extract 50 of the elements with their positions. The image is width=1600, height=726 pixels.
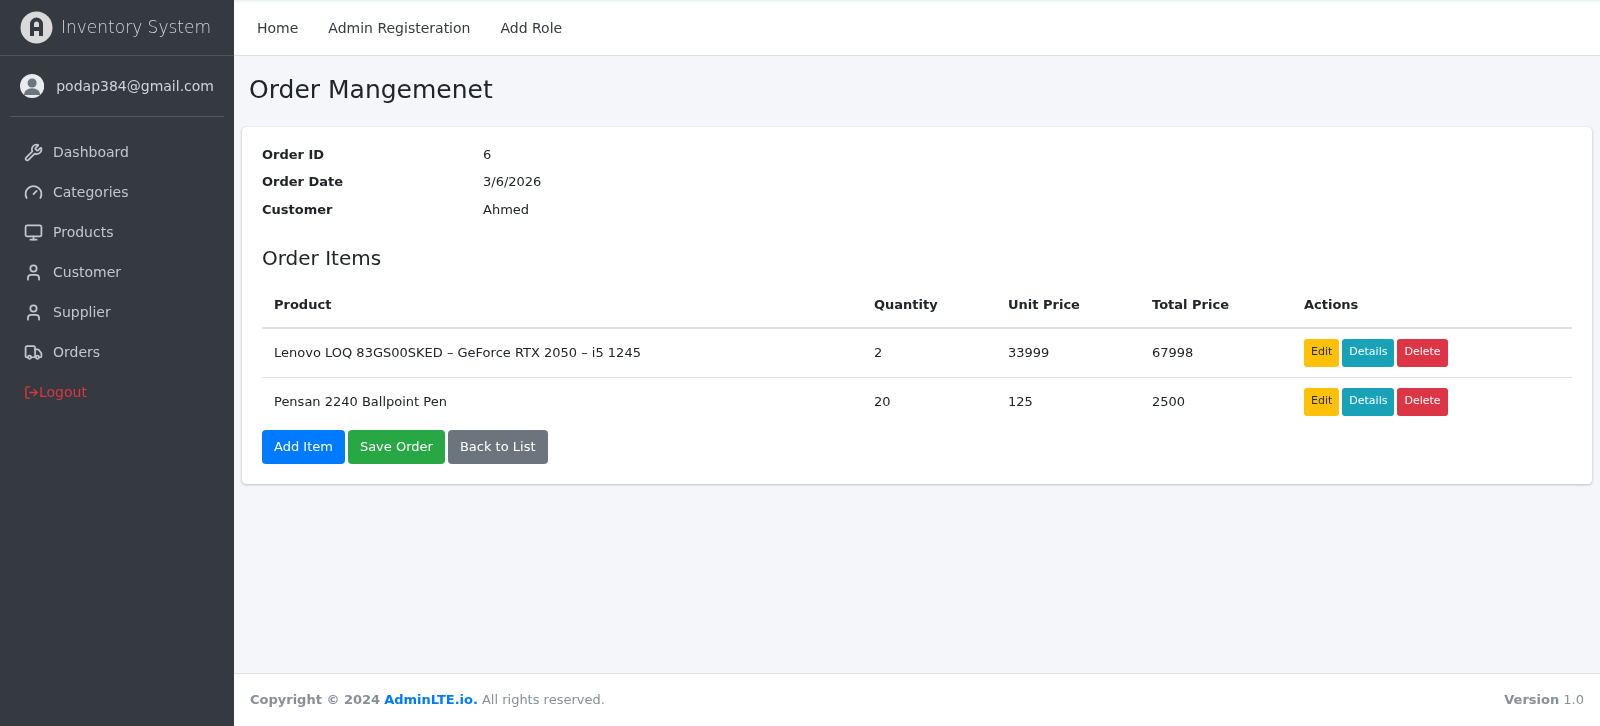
column-header: Total Price xyxy=(1140,283,1292,328)
field-value: 6 xyxy=(483,145,492,164)
nav-link[interactable]: Home xyxy=(242,18,314,39)
gauge-icon xyxy=(24,182,43,202)
column-header: Product xyxy=(262,283,862,328)
brand-title: Inventory System xyxy=(61,15,211,39)
action-button[interactable]: Edit xyxy=(1304,387,1340,416)
column-header: Unit Price xyxy=(996,283,1140,328)
table-cell: 2500 xyxy=(1140,377,1292,426)
table-cell: Lenovo LOQ 83GS00SKED – GeForce RTX 2050 – i5 1245 xyxy=(262,327,862,377)
footer-link[interactable]: AdminLTE.io. xyxy=(384,690,478,710)
nav-link[interactable]: Add Role xyxy=(485,18,578,39)
action-button[interactable]: Edit xyxy=(1304,338,1340,367)
sidebar-item[interactable]: Orders xyxy=(16,333,218,371)
logo-icon xyxy=(20,11,53,44)
sidebar-item[interactable]: Supplier xyxy=(16,293,218,331)
action-button[interactable]: Delete xyxy=(1397,338,1448,367)
user-email[interactable]: podap384@gmail.com xyxy=(56,75,214,97)
column-header: Quantity xyxy=(862,283,996,328)
version-text: Version 1.0 xyxy=(1504,691,1584,710)
action-button[interactable]: Delete xyxy=(1397,387,1448,416)
table-cell: 2 xyxy=(862,327,996,377)
field-value: 3/6/2026 xyxy=(483,173,542,191)
table-cell: 20 xyxy=(862,377,996,426)
truck-icon xyxy=(24,342,43,362)
field-label: Order ID xyxy=(262,145,326,164)
column-header: Actions xyxy=(1292,283,1572,328)
user-icon xyxy=(24,262,43,282)
table-cell: 125 xyxy=(996,377,1140,426)
logout-icon xyxy=(24,384,39,400)
field-label: Customer xyxy=(262,200,334,219)
table-cell: Pensan 2240 Ballpoint Pen xyxy=(262,377,862,426)
form-button[interactable]: Back to List xyxy=(447,429,548,464)
sidebar-item[interactable]: Customer xyxy=(16,253,218,291)
sidebar-item[interactable]: Dashboard xyxy=(16,133,218,171)
copyright-text: Copyright © 2024 xyxy=(250,691,381,710)
section-title: Order Items xyxy=(262,245,383,272)
sidebar-item[interactable]: Categories xyxy=(16,173,218,211)
wrench-icon xyxy=(24,142,43,162)
field-label: Order Date xyxy=(262,173,345,191)
rights-text: All rights reserved. xyxy=(481,691,605,710)
user-icon xyxy=(24,302,43,322)
form-button[interactable]: Add Item xyxy=(262,429,345,464)
nav-link[interactable]: Admin Registeration xyxy=(313,18,486,39)
table-cell: 33999 xyxy=(996,327,1140,377)
monitor-icon xyxy=(24,222,43,242)
sidebar-item[interactable]: Products xyxy=(16,213,218,251)
page-title: Order Mangemenet xyxy=(248,74,494,106)
table-cell: 67998 xyxy=(1140,327,1292,377)
field-value: Ahmed xyxy=(483,200,530,219)
